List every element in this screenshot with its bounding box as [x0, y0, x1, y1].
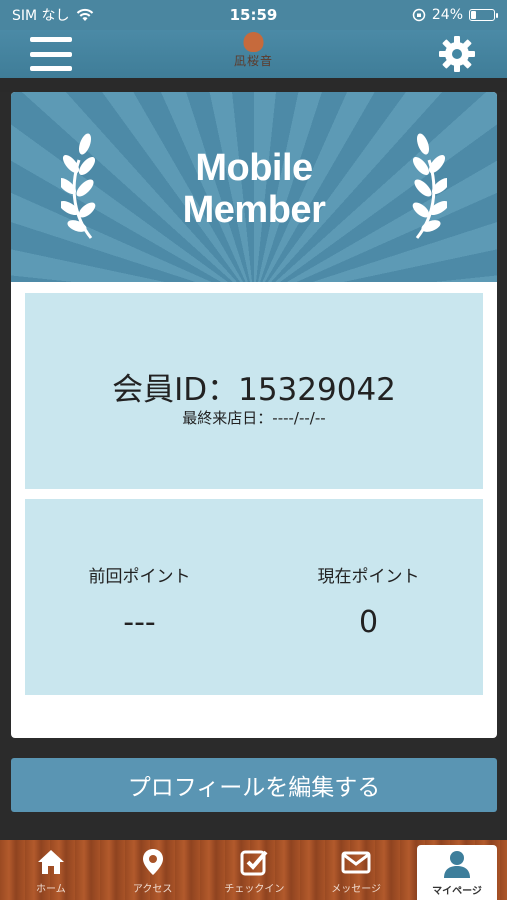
menu-bar: [30, 51, 72, 57]
tab-label: アクセス: [132, 883, 173, 895]
envelope-icon: [341, 851, 371, 873]
wifi-icon: [76, 8, 93, 21]
battery-icon: [469, 9, 498, 21]
orientation-lock-icon: [412, 8, 426, 22]
points-panel: 前回ポイント --- 現在ポイント 0: [25, 499, 483, 695]
tab-home[interactable]: ホーム: [0, 840, 102, 900]
nav-header: 凪桜音: [0, 30, 507, 78]
checkbox-icon: [240, 850, 268, 875]
member-card: Mobile Member 会員ID：15329042 最終来店日：----/-…: [11, 92, 497, 738]
user-icon: [444, 851, 470, 878]
menu-bar: [30, 66, 72, 71]
battery-fill: [471, 11, 477, 19]
settings-gear-icon[interactable]: [437, 34, 477, 74]
header-divider: [0, 78, 507, 92]
tab-label: ホーム: [36, 883, 66, 895]
app-logo: 凪桜音: [234, 32, 273, 69]
last-visit-date: 最終来店日：----/--/--: [182, 409, 326, 427]
tab-label: メッセージ: [331, 883, 382, 895]
tab-checkin[interactable]: チェックイン: [204, 840, 306, 900]
tab-bar: ホーム アクセス チェックイン メッセージ マイページ: [0, 840, 507, 900]
previous-points-value: ---: [123, 605, 156, 640]
edit-profile-button[interactable]: プロフィールを編集する: [11, 758, 497, 812]
current-points: 現在ポイント 0: [254, 562, 483, 640]
status-right: 24%: [412, 7, 498, 23]
member-id-panel: 会員ID：15329042 最終来店日：----/--/--: [25, 293, 483, 489]
menu-button[interactable]: [30, 37, 72, 71]
current-points-value: 0: [358, 605, 379, 640]
previous-points-label: 前回ポイント: [88, 567, 191, 587]
current-points-label: 現在ポイント: [317, 567, 420, 587]
tab-mypage[interactable]: マイページ: [417, 845, 497, 900]
member-banner: Mobile Member: [11, 92, 497, 282]
logo-text: 凪桜音: [233, 54, 274, 68]
tab-label: マイページ: [432, 886, 482, 897]
carrier-label: SIM なし: [12, 8, 70, 24]
battery-percent: 24%: [431, 7, 463, 23]
status-bar: SIM なし 15:59 24%: [0, 0, 507, 30]
tab-label: チェックイン: [224, 883, 285, 895]
member-id: 会員ID：15329042: [112, 372, 396, 408]
menu-bar: [30, 37, 72, 42]
home-icon: [37, 849, 64, 874]
tab-access[interactable]: アクセス: [102, 840, 204, 900]
map-pin-icon: [142, 848, 163, 875]
status-left: SIM なし: [12, 5, 94, 25]
tab-message[interactable]: メッセージ: [305, 840, 407, 900]
previous-points: 前回ポイント ---: [25, 562, 254, 640]
logo-mark-icon: [243, 32, 264, 52]
laurel-right-icon: [412, 133, 447, 239]
